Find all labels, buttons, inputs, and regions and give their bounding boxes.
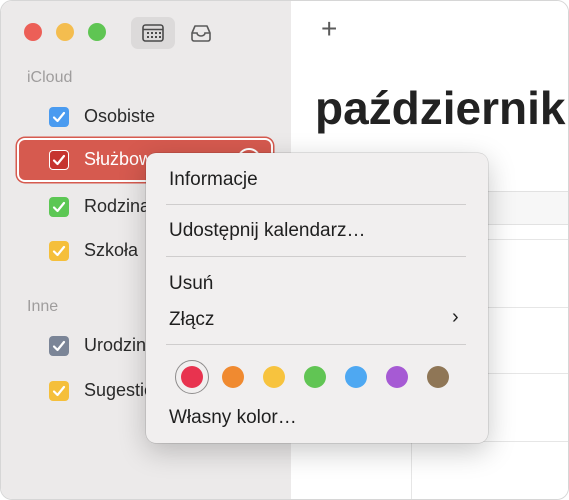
calendar-name: Rodzina xyxy=(84,196,151,216)
menu-separator xyxy=(166,344,466,345)
calendar-checkbox[interactable] xyxy=(49,336,69,356)
calendar-checkbox[interactable] xyxy=(49,381,69,401)
selected-color-dot xyxy=(181,366,203,388)
menu-item-info[interactable]: Informacje xyxy=(169,169,258,191)
calendar-checkbox[interactable] xyxy=(49,107,69,127)
section-label-inne: Inne xyxy=(27,298,59,315)
menu-item-merge[interactable]: Złącz xyxy=(169,309,214,331)
month-title: październik xyxy=(315,82,566,134)
close-window-button[interactable] xyxy=(24,23,42,41)
checkmark-icon xyxy=(52,154,66,166)
menu-separator xyxy=(166,256,466,257)
calendar-context-menu: Informacje Udostępnij kalendarz… Usuń Zł… xyxy=(146,153,488,443)
menu-item-share-calendar[interactable]: Udostępnij kalendarz… xyxy=(169,220,365,242)
add-event-button[interactable]: + xyxy=(321,13,337,45)
color-swatch[interactable] xyxy=(345,366,367,388)
checkmark-icon xyxy=(52,385,66,397)
color-swatch[interactable] xyxy=(427,366,449,388)
calendar-name: Urodziny xyxy=(84,335,156,355)
section-label-icloud: iCloud xyxy=(27,69,73,86)
checkmark-icon xyxy=(52,201,66,213)
calendar-name: Osobiste xyxy=(84,106,156,126)
color-swatch[interactable] xyxy=(304,366,326,388)
menu-item-delete[interactable]: Usuń xyxy=(169,273,213,295)
calendar-window: iCloud Osobiste Służbowe Rodzina Szkoła … xyxy=(0,0,569,500)
color-swatch[interactable] xyxy=(175,360,209,394)
chevron-right-icon: › xyxy=(452,306,459,328)
calendar-list-toggle-button[interactable] xyxy=(131,17,175,49)
checkmark-icon xyxy=(52,245,66,257)
checkmark-icon xyxy=(52,340,66,352)
inbox-tray-icon xyxy=(191,25,211,42)
menu-item-custom-color[interactable]: Własny kolor… xyxy=(169,407,297,429)
inbox-button[interactable] xyxy=(179,17,223,49)
checkmark-icon xyxy=(52,111,66,123)
color-swatch[interactable] xyxy=(386,366,408,388)
calendar-grid-icon xyxy=(142,24,164,42)
minimize-window-button[interactable] xyxy=(56,23,74,41)
color-swatch[interactable] xyxy=(222,366,244,388)
zoom-window-button[interactable] xyxy=(88,23,106,41)
calendar-checkbox[interactable] xyxy=(49,197,69,217)
calendar-checkbox[interactable] xyxy=(49,150,69,170)
calendar-name: Szkoła xyxy=(84,240,139,260)
menu-separator xyxy=(166,204,466,205)
calendar-item-osobiste[interactable]: Osobiste xyxy=(19,97,271,137)
color-swatch[interactable] xyxy=(263,366,285,388)
calendar-checkbox[interactable] xyxy=(49,241,69,261)
